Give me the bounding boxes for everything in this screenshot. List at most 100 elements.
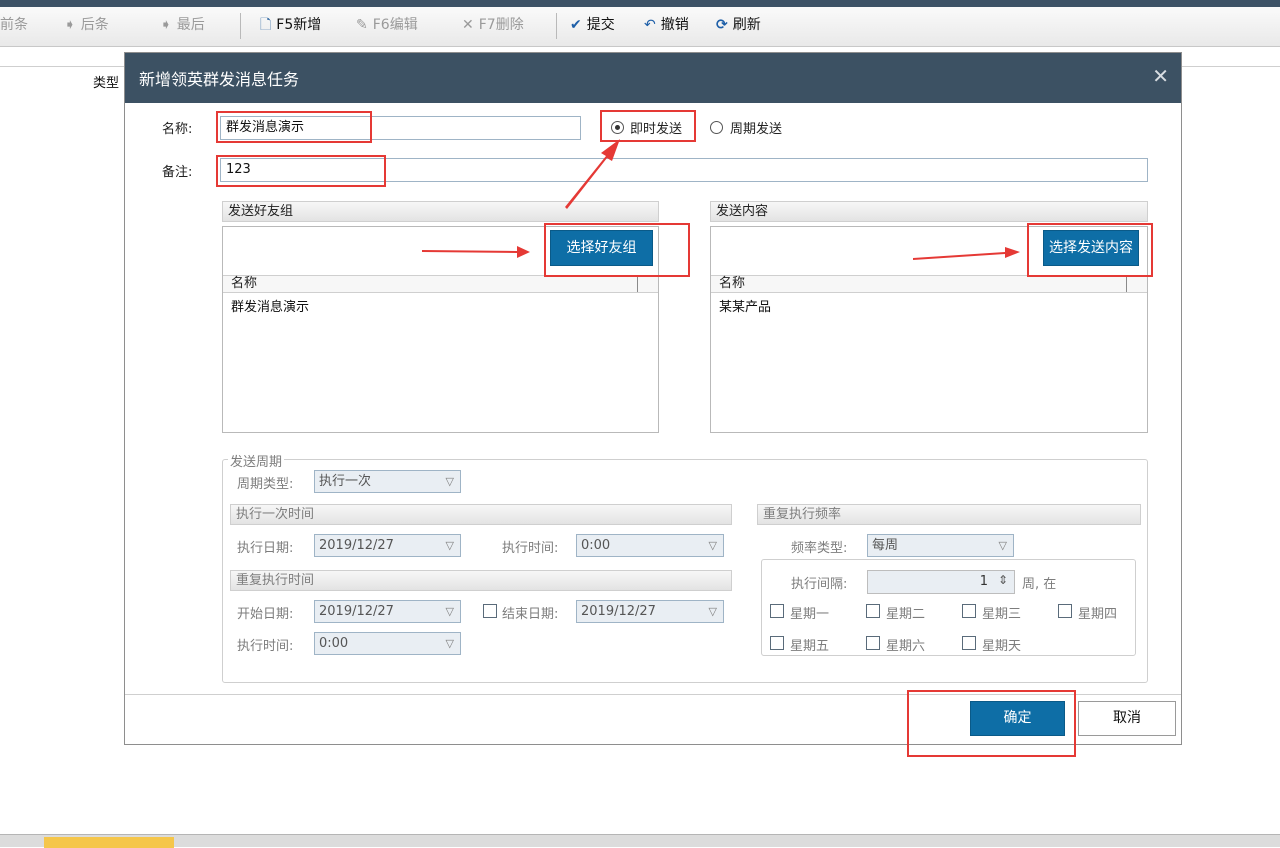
arrow-right-icon: ➧ (64, 17, 76, 33)
weekday-checkbox-sun[interactable] (962, 636, 976, 650)
weekday-label-tue: 星期二 (886, 607, 926, 622)
periodic-radio[interactable] (710, 121, 723, 134)
weekday-label-sat: 星期六 (886, 639, 926, 654)
refresh-button[interactable]: ⟳ 刷新 (716, 7, 761, 43)
type-label: 类型 (93, 76, 120, 91)
main-toolbar: 前条 ➧ 后条 ➧ 最后 🗋 F5新增 ✎ F6编辑 ✕ F7删除 ✔ 提交 ↶ 撤销 ⟳ 刷新 (0, 7, 1280, 47)
cancel-button[interactable]: 取消 (1078, 701, 1176, 736)
interval-unit-label: 周, 在 (1022, 577, 1057, 592)
freq-type-value: 每周 (872, 538, 899, 553)
bottom-tab-active[interactable] (44, 837, 174, 848)
content-row-0[interactable]: 某某产品 (719, 296, 771, 315)
freq-type-select[interactable]: 每周 ▽ (867, 534, 1014, 557)
exec-date-picker[interactable]: 2019/12/27 ▽ (314, 534, 461, 557)
toolbar-separator (556, 13, 557, 39)
prev-record-button[interactable]: 前条 (0, 7, 28, 43)
refresh-label: 刷新 (732, 17, 761, 33)
interval-label: 执行间隔: (791, 577, 848, 592)
repeat-time-value: 0:00 (319, 636, 349, 651)
arrow-last-icon: ➧ (160, 17, 172, 33)
start-date-value: 2019/12/27 (319, 604, 394, 619)
bottom-tab[interactable] (180, 837, 282, 848)
submit-label: 提交 (586, 17, 615, 33)
start-date-picker[interactable]: 2019/12/27 ▽ (314, 600, 461, 623)
dialog-header: 新增领英群发消息任务 ✕ (125, 53, 1181, 103)
annotation-box-name (216, 111, 372, 143)
cycle-type-label: 周期类型: (237, 477, 294, 492)
stepper-arrows-icon[interactable]: ⇕ (998, 573, 1008, 587)
pencil-icon: ✎ (356, 17, 368, 33)
once-time-header: 执行一次时间 (230, 504, 732, 525)
annotation-box-remark (216, 155, 386, 187)
add-button[interactable]: 🗋 F5新增 (260, 7, 321, 43)
exec-date-value: 2019/12/27 (319, 538, 394, 553)
chevron-down-icon: ▽ (708, 605, 717, 618)
weekday-label-wed: 星期三 (982, 607, 1022, 622)
refresh-icon: ⟳ (716, 17, 728, 33)
repeat-frequency-header: 重复执行频率 (757, 504, 1141, 525)
friends-row-0[interactable]: 群发消息演示 (231, 296, 309, 315)
interval-stepper[interactable]: 1 ⇕ (867, 570, 1015, 594)
weekday-checkbox-sat[interactable] (866, 636, 880, 650)
undo-label: 撤销 (660, 17, 689, 33)
annotation-box-content-button (1027, 223, 1153, 277)
column-divider (1126, 276, 1127, 292)
delete-button[interactable]: ✕ F7删除 (462, 7, 524, 43)
weekday-label-sun: 星期天 (982, 639, 1022, 654)
check-icon: ✔ (570, 17, 582, 33)
chevron-down-icon: ▽ (445, 475, 454, 488)
weekday-checkbox-wed[interactable] (962, 604, 976, 618)
chevron-down-icon: ▽ (708, 539, 717, 552)
edit-button[interactable]: ✎ F6编辑 (356, 7, 418, 43)
end-date-label: 结束日期: (502, 607, 559, 622)
end-date-checkbox[interactable] (483, 604, 497, 618)
weekday-checkbox-mon[interactable] (770, 604, 784, 618)
exec-date-label: 执行日期: (237, 541, 294, 556)
friends-group-header: 发送好友组 (222, 201, 659, 222)
content-column-header: 名称 (711, 275, 1147, 293)
repeat-time-picker[interactable]: 0:00 ▽ (314, 632, 461, 655)
cycle-type-value: 执行一次 (319, 474, 372, 489)
new-task-dialog: 新增领英群发消息任务 ✕ 名称: 群发消息演示 即时发送 周期发送 备注: 12… (124, 52, 1182, 757)
chevron-down-icon: ▽ (445, 539, 454, 552)
exec-time-picker[interactable]: 0:00 ▽ (576, 534, 724, 557)
dialog-title: 新增领英群发消息任务 (139, 70, 300, 89)
undo-icon: ↶ (644, 17, 656, 33)
edit-label: F6编辑 (372, 17, 418, 33)
end-date-value: 2019/12/27 (581, 604, 656, 619)
interval-value: 1 (979, 574, 988, 589)
content-col-name: 名称 (719, 276, 746, 291)
prev-record-label: 前条 (0, 17, 28, 33)
close-icon: ✕ (462, 17, 474, 33)
submit-button[interactable]: ✔ 提交 (570, 7, 615, 43)
annotation-box-immediate (600, 110, 696, 142)
next-record-label: 后条 (80, 17, 109, 33)
weekday-label-fri: 星期五 (790, 639, 830, 654)
weekday-checkbox-thu[interactable] (1058, 604, 1072, 618)
name-label: 名称: (162, 122, 193, 137)
close-icon[interactable]: ✕ (1152, 64, 1169, 88)
undo-button[interactable]: ↶ 撤销 (644, 7, 689, 43)
document-icon: 🗋 (260, 17, 272, 33)
bottom-tab-partial[interactable] (0, 837, 12, 848)
periodic-label[interactable]: 周期发送 (730, 118, 782, 137)
annotation-box-ok (907, 690, 1076, 757)
weekday-checkbox-tue[interactable] (866, 604, 880, 618)
remark-label: 备注: (162, 165, 193, 180)
chevron-down-icon: ▽ (445, 637, 454, 650)
exec-time-value: 0:00 (581, 538, 611, 553)
cycle-type-select[interactable]: 执行一次 ▽ (314, 470, 461, 493)
weekday-checkbox-fri[interactable] (770, 636, 784, 650)
last-record-label: 最后 (176, 17, 205, 33)
content-group-header: 发送内容 (710, 201, 1148, 222)
end-date-picker[interactable]: 2019/12/27 ▽ (576, 600, 724, 623)
last-record-button[interactable]: ➧ 最后 (160, 7, 205, 43)
delete-label: F7删除 (478, 17, 524, 33)
toolbar-separator (240, 13, 241, 39)
send-cycle-title: 发送周期 (228, 451, 285, 470)
add-label: F5新增 (276, 17, 322, 33)
window-top-strip (0, 0, 1280, 7)
friends-column-header: 名称 (223, 275, 658, 293)
weekday-label-mon: 星期一 (790, 607, 830, 622)
next-record-button[interactable]: ➧ 后条 (64, 7, 109, 43)
